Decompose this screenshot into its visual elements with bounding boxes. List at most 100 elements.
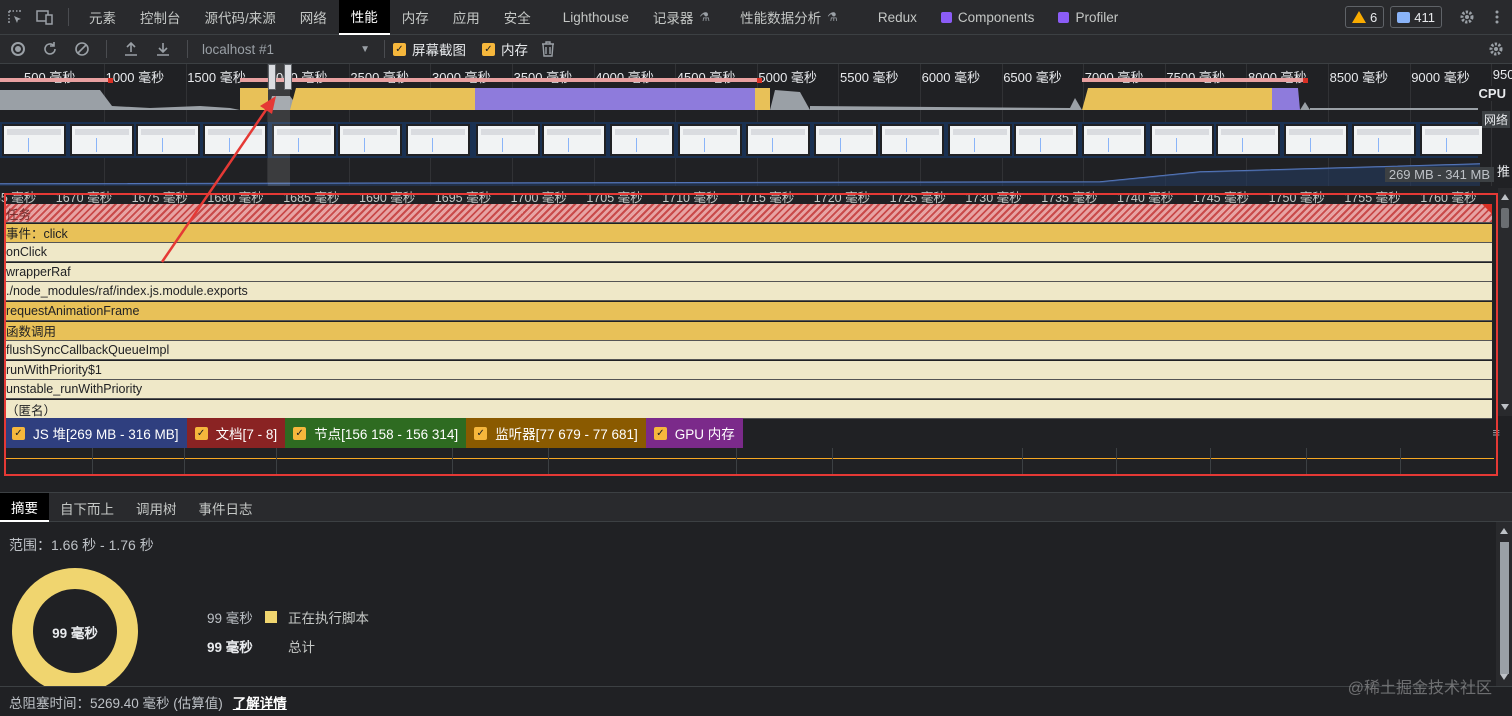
screenshot-thumbnail[interactable]: [203, 124, 267, 156]
flame-entry[interactable]: 函数调用: [4, 321, 1492, 341]
screenshot-thumbnail[interactable]: [1420, 124, 1484, 156]
flame-scrollbar[interactable]: [1498, 188, 1512, 416]
screenshot-thumbnail[interactable]: [746, 124, 810, 156]
tab-lighthouse[interactable]: Lighthouse: [551, 0, 641, 35]
screenshot-thumbnail[interactable]: [814, 124, 878, 156]
checkbox-checked-icon: ✓: [653, 426, 667, 440]
counters-menu-icon[interactable]: ≡: [1492, 425, 1500, 440]
counter-checkbox[interactable]: ✓ 监听器[77 679 - 77 681]: [466, 418, 646, 448]
reload-record-button[interactable]: [34, 35, 66, 63]
tab-label: Lighthouse: [562, 9, 629, 25]
tab-security[interactable]: 安全: [492, 0, 543, 35]
settings-gear-icon[interactable]: [1452, 0, 1482, 35]
counter-checkbox[interactable]: ✓ 文档[7 - 8]: [186, 418, 286, 448]
flame-entry[interactable]: 事件：click: [4, 223, 1492, 243]
record-button[interactable]: [2, 35, 34, 63]
counter-checkbox[interactable]: ✓ 节点[156 158 - 156 314]: [285, 418, 467, 448]
memory-checkbox[interactable]: ✓ 内存: [482, 39, 528, 59]
scroll-down-icon[interactable]: [1501, 404, 1509, 410]
load-profile-button[interactable]: [115, 35, 147, 63]
timeline-overview[interactable]: 500 毫秒1000 毫秒1500 毫秒2000 毫秒2500 毫秒3000 毫…: [0, 64, 1512, 186]
flame-entry[interactable]: requestAnimationFrame: [4, 302, 1492, 321]
screenshot-thumbnail[interactable]: [1284, 124, 1348, 156]
learn-more-link[interactable]: 了解详情: [233, 692, 287, 712]
chevron-down-icon: ▼: [360, 43, 370, 55]
scroll-up-icon[interactable]: [1501, 194, 1509, 200]
more-menu-icon[interactable]: [1482, 0, 1512, 35]
flame-entry[interactable]: 任务: [4, 204, 1492, 223]
counter-checkbox[interactable]: ✓ JS 堆[269 MB - 316 MB]: [4, 418, 187, 448]
screenshot-thumbnail[interactable]: [1150, 124, 1214, 156]
tab-summary[interactable]: 摘要: [0, 493, 49, 522]
device-toolbar-icon[interactable]: [30, 0, 60, 35]
flame-entry-label: flushSyncCallbackQueueImpl: [6, 343, 170, 358]
screenshot-thumbnail[interactable]: [2, 124, 66, 156]
screenshot-thumbnail[interactable]: [610, 124, 674, 156]
save-profile-button[interactable]: [147, 35, 179, 63]
flame-entry[interactable]: unstable_runWithPriority: [4, 380, 1492, 400]
flame-entry[interactable]: onClick: [4, 243, 1492, 263]
screenshot-thumbnail[interactable]: [678, 124, 742, 156]
tab-label: 控制台: [140, 11, 181, 26]
counter-checkbox[interactable]: ✓ GPU 内存: [645, 418, 743, 448]
tab-memory[interactable]: 内存: [390, 0, 441, 35]
tab-elements[interactable]: 元素: [77, 0, 128, 35]
checkbox-checked-icon: ✓: [474, 426, 488, 440]
scripting-label: 正在执行脚本: [288, 611, 369, 626]
heap-track-label: 推: [1496, 164, 1510, 179]
checkbox-checked-icon: ✓: [393, 42, 406, 56]
scroll-up-icon[interactable]: [1500, 528, 1508, 534]
summary-panel: 范围：1.66 秒 - 1.76 秒 99 毫秒 99 毫秒 正在执行脚本 99…: [0, 522, 1496, 694]
screenshot-thumbnail[interactable]: [880, 124, 944, 156]
tab-application[interactable]: 应用: [441, 0, 492, 35]
tab-performance[interactable]: 性能: [338, 0, 390, 35]
flame-entry[interactable]: flushSyncCallbackQueueImpl: [4, 341, 1492, 361]
tab-event-log[interactable]: 事件日志: [188, 493, 264, 522]
flame-tick-label: 1725 毫秒: [889, 191, 946, 204]
tab-redux[interactable]: Redux: [866, 0, 929, 35]
messages-badge[interactable]: 411: [1390, 6, 1442, 28]
tab-call-tree[interactable]: 调用树: [125, 493, 188, 522]
summary-scrollbar[interactable]: [1496, 522, 1512, 686]
flame-tick-label: 1670 毫秒: [55, 191, 113, 204]
scroll-thumb[interactable]: [1500, 542, 1509, 674]
tab-network[interactable]: 网络: [288, 0, 339, 35]
tab-label: 元素: [89, 11, 116, 26]
screenshot-thumbnail[interactable]: [70, 124, 134, 156]
tab-recorder[interactable]: 记录器 ⚗: [641, 0, 722, 35]
selection-right-handle[interactable]: [284, 64, 292, 90]
tab-performance-insights[interactable]: 性能数据分析 ⚗: [728, 0, 850, 35]
clear-button[interactable]: [66, 35, 98, 63]
warnings-badge[interactable]: 6: [1345, 6, 1385, 28]
target-select[interactable]: localhost #1 ▼: [196, 38, 376, 60]
download-icon: [157, 43, 169, 56]
flame-entry[interactable]: （匿名）: [4, 400, 1492, 419]
selection-left-handle[interactable]: [268, 64, 276, 90]
screenshot-thumbnail[interactable]: [136, 124, 200, 156]
screenshot-thumbnail[interactable]: [948, 124, 1012, 156]
collect-garbage-button[interactable]: [532, 35, 564, 63]
flame-tick-label: 1745 毫秒: [1192, 191, 1250, 204]
scroll-thumb[interactable]: [1501, 208, 1509, 228]
tab-console[interactable]: 控制台: [128, 0, 193, 35]
scroll-down-icon[interactable]: [1500, 674, 1508, 680]
flame-entry[interactable]: ./node_modules/raf/index.js.module.expor…: [4, 282, 1492, 302]
screenshot-thumbnail[interactable]: [542, 124, 606, 156]
screenshot-thumbnail[interactable]: [1216, 124, 1280, 156]
flame-entry[interactable]: runWithPriority$1: [4, 360, 1492, 380]
tab-bottom-up[interactable]: 自下而上: [49, 493, 125, 522]
screenshot-thumbnail[interactable]: [406, 124, 470, 156]
screenshot-thumbnail[interactable]: [1082, 124, 1146, 156]
screenshots-checkbox[interactable]: ✓ 屏幕截图: [393, 39, 466, 59]
tab-components[interactable]: Components: [929, 0, 1047, 35]
screenshot-thumbnail[interactable]: [1352, 124, 1416, 156]
tab-profiler[interactable]: Profiler: [1046, 0, 1130, 35]
flame-entry[interactable]: wrapperRaf: [4, 262, 1492, 282]
screenshot-thumbnail[interactable]: [476, 124, 540, 156]
long-task-bar: [240, 78, 760, 82]
inspect-element-icon[interactable]: [0, 0, 30, 35]
capture-settings-gear-icon[interactable]: [1480, 35, 1512, 63]
screenshot-thumbnail[interactable]: [1014, 124, 1078, 156]
tab-sources[interactable]: 源代码/来源: [193, 0, 288, 35]
screenshot-thumbnail[interactable]: [338, 124, 402, 156]
